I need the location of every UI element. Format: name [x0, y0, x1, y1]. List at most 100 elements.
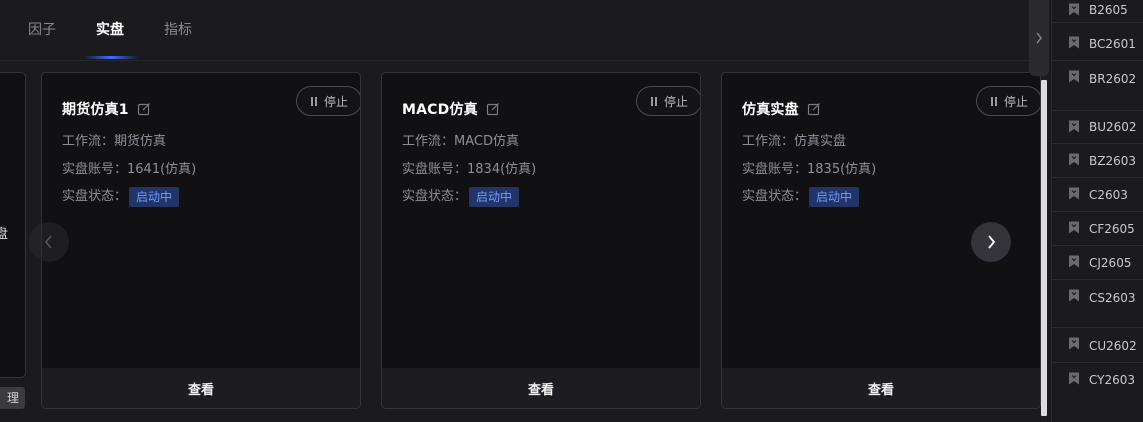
workflow-label: 工作流： — [402, 134, 455, 149]
status-row: 实盘状态： 启动中 — [62, 187, 180, 207]
edit-icon[interactable] — [807, 102, 821, 116]
list-item[interactable]: BU2602 — [1052, 111, 1143, 144]
strategy-carousel: 盘 理 期货仿真1 停止 工作流： 期货仿真 实盘账号： 1641( — [0, 61, 1050, 422]
edit-icon[interactable] — [486, 102, 500, 116]
bookmark-icon — [1069, 255, 1079, 268]
edit-icon[interactable] — [137, 102, 151, 116]
manage-button[interactable]: 理 — [0, 387, 25, 409]
list-item[interactable]: BC2601 — [1052, 27, 1143, 61]
list-item[interactable]: CF2605 — [1052, 212, 1143, 246]
status-row: 实盘状态： 启动中 — [742, 187, 860, 207]
status-row: 实盘状态： 启动中 — [402, 187, 520, 207]
tab-indicator[interactable]: 指标 — [164, 19, 192, 41]
stop-button-label: 停止 — [663, 94, 688, 109]
account-value: 1641(仿真) — [127, 162, 197, 177]
view-button[interactable]: 查看 — [382, 368, 700, 408]
chevron-right-icon — [1036, 32, 1042, 44]
chevron-left-icon — [44, 235, 52, 249]
card-title-row: 仿真实盘 — [742, 99, 821, 119]
workflow-value: 仿真实盘 — [794, 134, 847, 149]
bookmark-icon — [1069, 70, 1079, 83]
status-badge: 启动中 — [809, 187, 860, 207]
previous-card-partial[interactable]: 盘 — [0, 72, 26, 378]
account-label: 实盘账号： — [62, 162, 128, 177]
workflow-row: 工作流： 仿真实盘 — [742, 132, 846, 152]
view-button[interactable]: 查看 — [42, 368, 360, 408]
list-item[interactable]: C2603 — [1052, 178, 1143, 212]
contract-label: CS2603 — [1089, 291, 1136, 305]
list-item[interactable]: CJ2605 — [1052, 246, 1143, 280]
account-row: 实盘账号： 1835(仿真) — [742, 160, 876, 180]
status-badge: 启动中 — [129, 187, 180, 207]
bookmark-icon — [1069, 36, 1079, 49]
stop-button[interactable]: 停止 — [296, 86, 360, 116]
tab-live[interactable]: 实盘 — [96, 19, 124, 41]
list-item[interactable]: BR2602 — [1052, 61, 1143, 111]
workflow-row: 工作流： MACD仿真 — [402, 132, 519, 152]
card-title: MACD仿真 — [402, 102, 478, 118]
card-title: 期货仿真1 — [62, 102, 129, 118]
tab-factor[interactable]: 因子 — [28, 19, 56, 41]
stop-button-label: 停止 — [323, 94, 348, 109]
contract-label: C2603 — [1089, 188, 1128, 202]
pause-icon — [990, 96, 998, 106]
contract-label: CU2602 — [1089, 339, 1137, 353]
bookmark-icon — [1069, 153, 1079, 166]
panel-collapse-toggle[interactable] — [1029, 0, 1049, 76]
contract-list: B2605 BC2601 BR2602 BU2602 BZ2603 C2603 … — [1051, 0, 1143, 422]
status-label: 实盘状态： — [402, 189, 468, 204]
account-row: 实盘账号： 1641(仿真) — [62, 160, 196, 180]
account-value: 1834(仿真) — [467, 162, 537, 177]
status-label: 实盘状态： — [62, 189, 128, 204]
stop-button-label: 停止 — [1003, 94, 1028, 109]
bookmark-icon — [1069, 289, 1079, 302]
workflow-value: 期货仿真 — [114, 134, 167, 149]
previous-card-text: 盘 — [0, 223, 8, 242]
stop-button[interactable]: 停止 — [636, 86, 700, 116]
stop-button[interactable]: 停止 — [976, 86, 1040, 116]
contract-label: BR2602 — [1089, 72, 1137, 86]
bookmark-icon — [1069, 187, 1079, 200]
tabs-bar: 因子 实盘 指标 — [0, 0, 1030, 61]
contract-label: CF2605 — [1089, 222, 1135, 236]
account-label: 实盘账号： — [742, 162, 808, 177]
bookmark-icon — [1069, 3, 1079, 16]
carousel-next-button[interactable] — [971, 222, 1011, 262]
list-item[interactable]: BZ2603 — [1052, 144, 1143, 178]
status-badge: 启动中 — [469, 187, 520, 207]
workflow-row: 工作流： 期货仿真 — [62, 132, 166, 152]
list-item[interactable]: B2605 — [1052, 0, 1143, 23]
pause-icon — [650, 96, 658, 106]
carousel-prev-button[interactable] — [29, 222, 69, 262]
list-item[interactable]: CY2603 — [1052, 363, 1143, 398]
status-label: 实盘状态： — [742, 189, 808, 204]
bookmark-icon — [1069, 120, 1079, 133]
contract-label: CJ2605 — [1089, 256, 1132, 270]
list-item[interactable]: CU2602 — [1052, 328, 1143, 363]
workflow-label: 工作流： — [62, 134, 115, 149]
chevron-right-icon — [988, 235, 996, 249]
card-title: 仿真实盘 — [742, 102, 799, 118]
contract-label: BU2602 — [1089, 120, 1137, 134]
bookmark-icon — [1069, 337, 1079, 350]
list-item[interactable]: CS2603 — [1052, 280, 1143, 328]
contract-label: BZ2603 — [1089, 154, 1136, 168]
account-row: 实盘账号： 1834(仿真) — [402, 160, 536, 180]
scrollbar-thumb[interactable] — [1041, 80, 1047, 416]
app-root: 因子 实盘 指标 盘 理 期货仿真1 停止 工作流： — [0, 0, 1143, 422]
contract-label: CY2603 — [1089, 373, 1136, 387]
bookmark-icon — [1069, 372, 1079, 385]
bookmark-icon — [1069, 221, 1079, 234]
contract-label: BC2601 — [1089, 37, 1136, 51]
contract-label: B2605 — [1089, 3, 1128, 17]
account-value: 1835(仿真) — [807, 162, 877, 177]
pause-icon — [310, 96, 318, 106]
account-label: 实盘账号： — [402, 162, 468, 177]
strategy-card: MACD仿真 停止 工作流： MACD仿真 实盘账号： 1834(仿真) 实盘状… — [381, 72, 701, 409]
view-button[interactable]: 查看 — [722, 368, 1040, 408]
active-tab-indicator — [84, 56, 138, 59]
card-title-row: 期货仿真1 — [62, 99, 151, 119]
card-title-row: MACD仿真 — [402, 99, 500, 119]
workflow-label: 工作流： — [742, 134, 795, 149]
vertical-scrollbar[interactable] — [1041, 76, 1047, 422]
